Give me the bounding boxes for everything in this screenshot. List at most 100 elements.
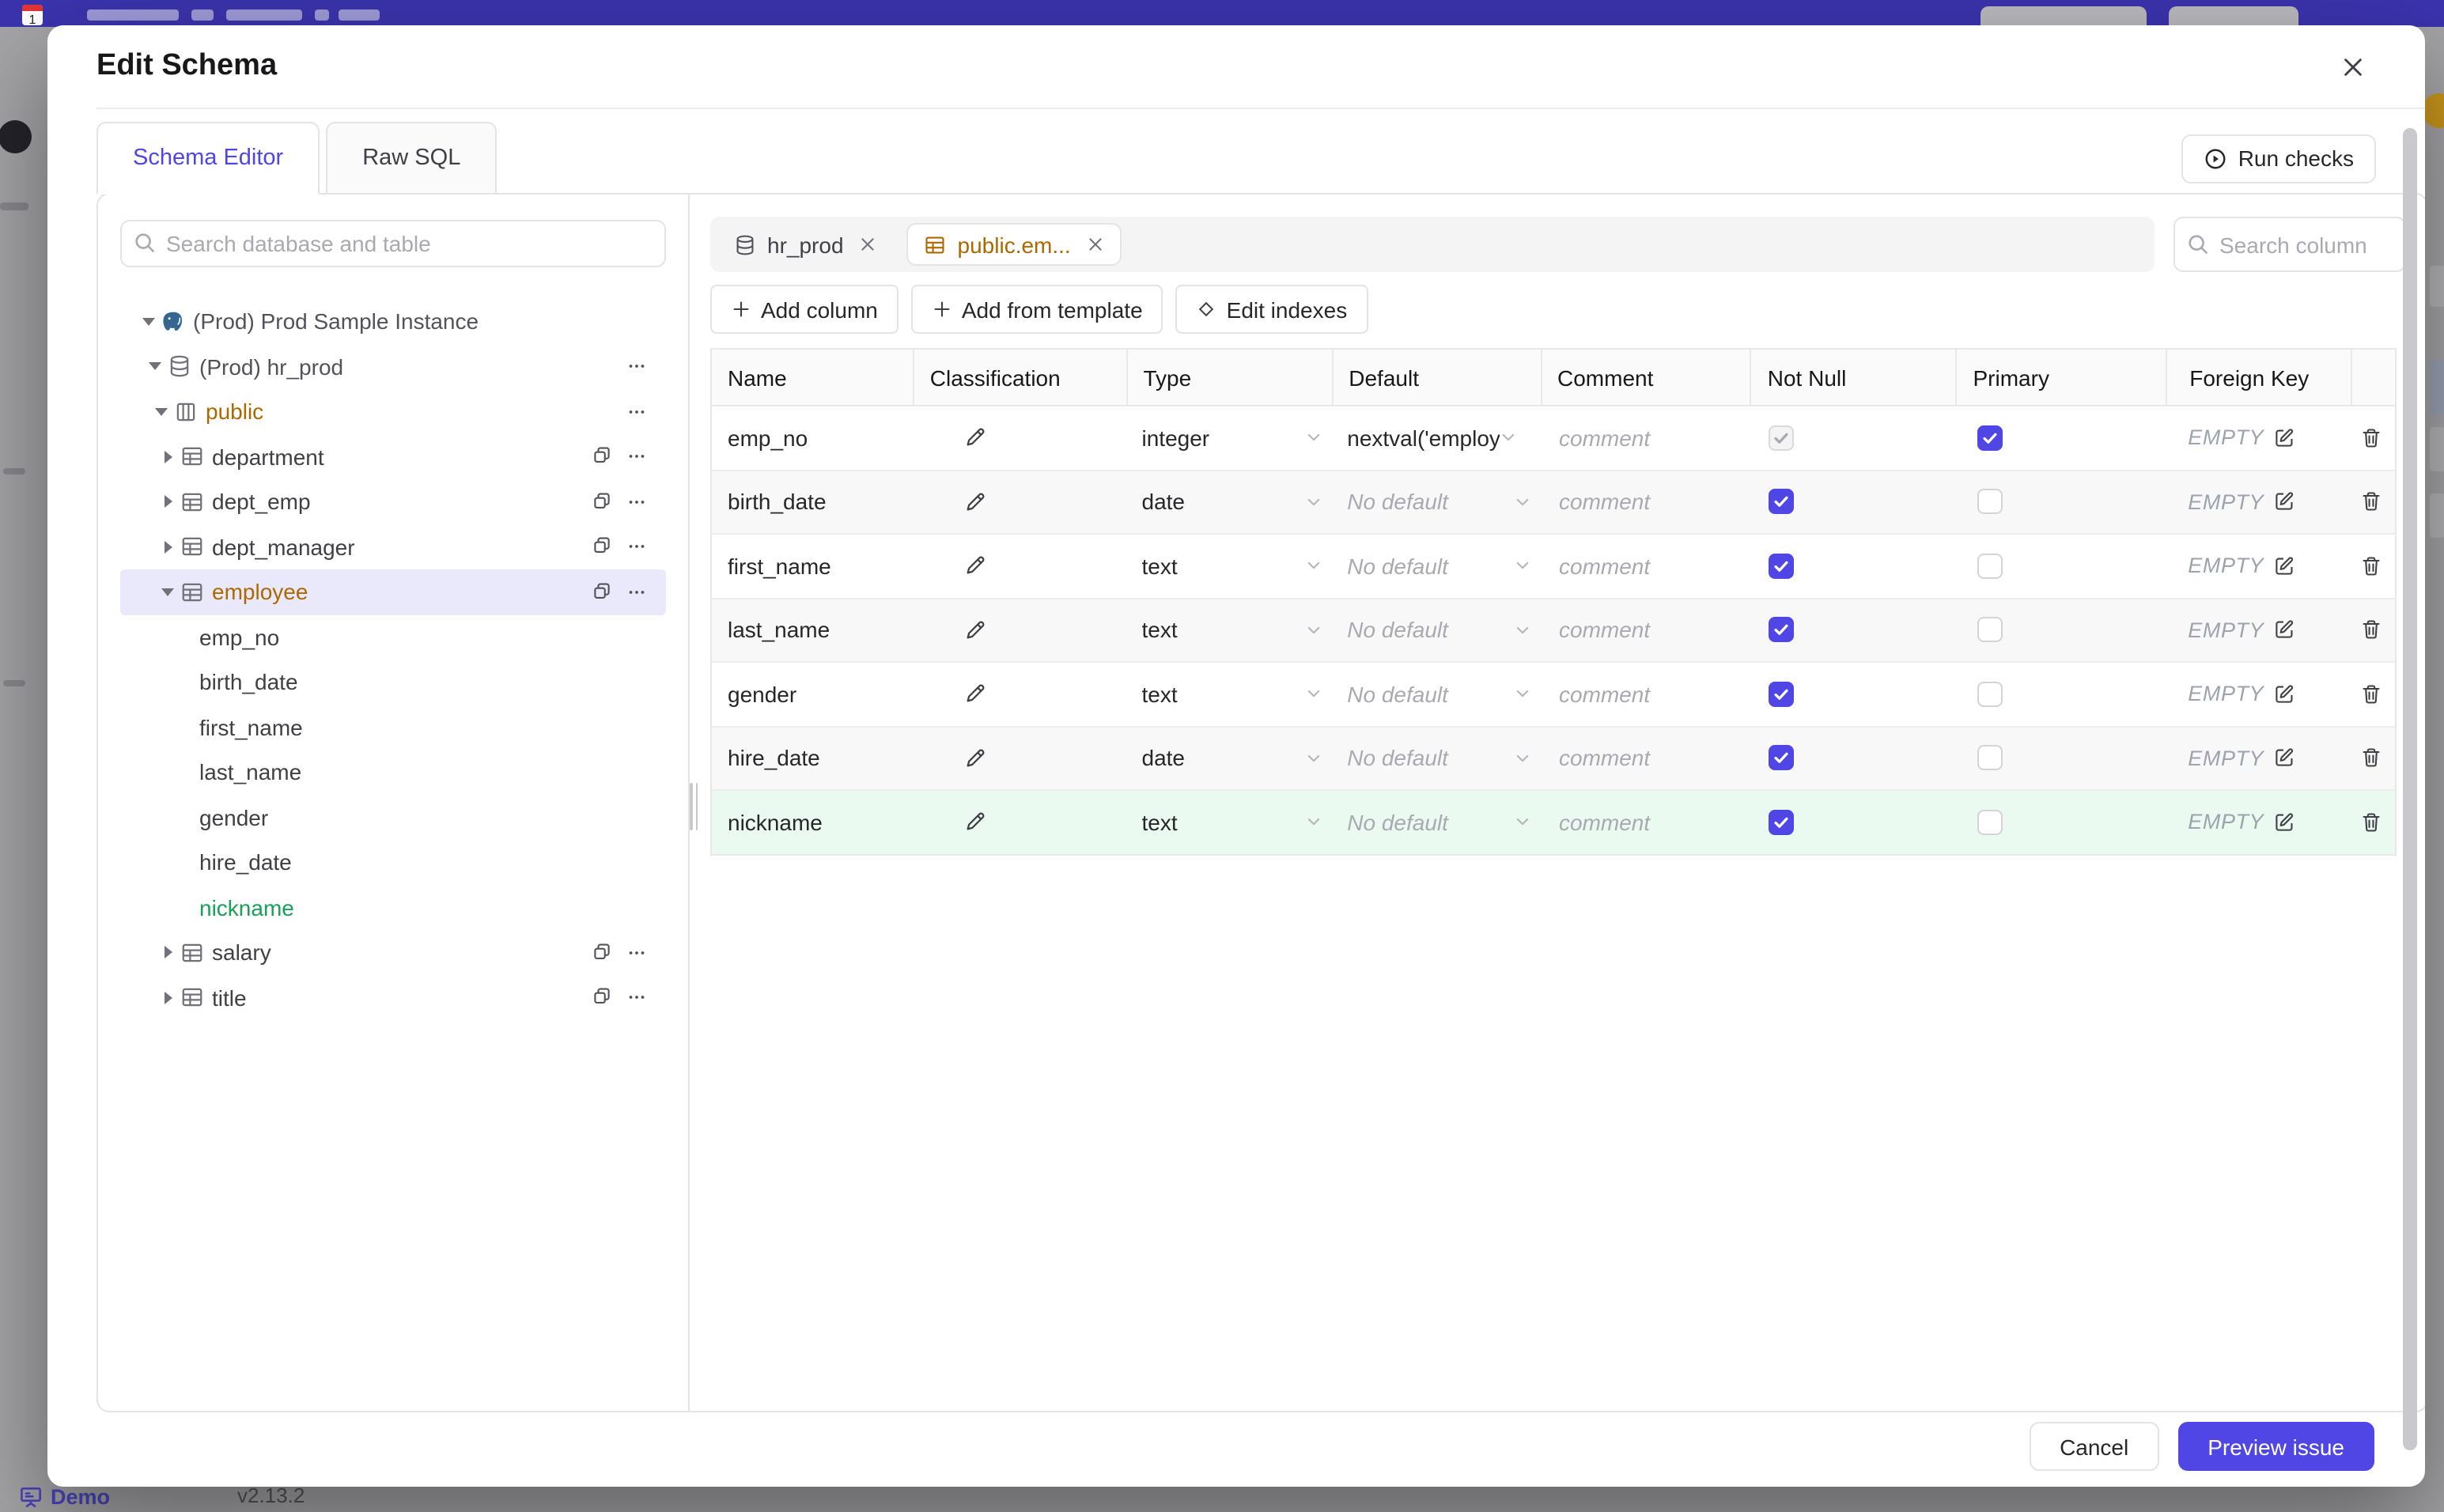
edit-indexes-button[interactable]: Edit indexes	[1175, 285, 1368, 334]
pencil-icon[interactable]	[963, 490, 987, 514]
tree-item-birth_date[interactable]: birth_date	[120, 660, 666, 705]
default-select[interactable]: No default	[1347, 618, 1540, 643]
column-name-cell[interactable]: hire_date	[712, 727, 913, 789]
copy-table-button[interactable]	[592, 988, 612, 1008]
default-select[interactable]: nextval('employ	[1347, 425, 1540, 451]
pencil-icon[interactable]	[963, 426, 987, 450]
sidebar-resize-handle[interactable]	[688, 195, 698, 1411]
primary-checkbox[interactable]	[1977, 553, 2003, 579]
trash-icon[interactable]	[2360, 427, 2382, 449]
not-null-checkbox[interactable]	[1769, 489, 1795, 515]
close-tab-icon[interactable]	[860, 236, 877, 253]
default-select[interactable]: No default	[1347, 810, 1540, 835]
caret-right-icon[interactable]	[160, 450, 176, 463]
tree-item-prod-hr_prod[interactable]: (Prod) hr_prod	[120, 344, 666, 389]
type-select[interactable]: date	[1142, 746, 1332, 771]
default-select[interactable]: No default	[1347, 554, 1540, 579]
trash-icon[interactable]	[2360, 747, 2382, 769]
not-null-checkbox[interactable]	[1769, 745, 1795, 771]
primary-checkbox[interactable]	[1977, 425, 2003, 451]
primary-checkbox[interactable]	[1977, 489, 2003, 515]
copy-table-button[interactable]	[592, 582, 612, 603]
not-null-checkbox[interactable]	[1769, 809, 1795, 835]
comment-input[interactable]: comment	[1556, 554, 1650, 579]
more-actions-button[interactable]	[626, 357, 647, 377]
trash-icon[interactable]	[2360, 555, 2382, 577]
column-name-cell[interactable]: last_name	[712, 599, 913, 661]
type-select[interactable]: integer	[1142, 425, 1332, 451]
foreign-key-edit-button[interactable]	[2273, 683, 2295, 705]
type-select[interactable]: text	[1142, 618, 1332, 643]
tree-item-last_name[interactable]: last_name	[120, 750, 666, 795]
cancel-button[interactable]: Cancel	[2030, 1422, 2159, 1471]
foreign-key-edit-button[interactable]	[2273, 619, 2295, 641]
tree-item-emp_no[interactable]: emp_no	[120, 614, 666, 660]
not-null-checkbox[interactable]	[1769, 553, 1795, 579]
comment-input[interactable]: comment	[1556, 746, 1650, 771]
trash-icon[interactable]	[2360, 491, 2382, 513]
column-name-cell[interactable]: birth_date	[712, 471, 913, 533]
more-actions-button[interactable]	[626, 988, 647, 1008]
tree-item-nickname[interactable]: nickname	[120, 885, 666, 930]
tree-item-dept_emp[interactable]: dept_emp	[120, 479, 666, 524]
close-tab-icon[interactable]	[1087, 236, 1104, 253]
caret-right-icon[interactable]	[160, 946, 176, 959]
primary-checkbox[interactable]	[1977, 681, 2003, 707]
tab-raw-sql[interactable]: Raw SQL	[326, 122, 498, 195]
more-actions-button[interactable]	[626, 537, 647, 558]
trash-icon[interactable]	[2360, 811, 2382, 833]
comment-input[interactable]: comment	[1556, 682, 1650, 707]
modal-scrollbar[interactable]	[2403, 128, 2417, 1450]
copy-table-button[interactable]	[592, 537, 612, 558]
type-select[interactable]: text	[1142, 682, 1332, 707]
foreign-key-edit-button[interactable]	[2273, 811, 2295, 833]
trash-icon[interactable]	[2360, 683, 2382, 705]
more-actions-button[interactable]	[626, 943, 647, 963]
pencil-icon[interactable]	[963, 747, 987, 770]
pencil-icon[interactable]	[963, 618, 987, 642]
pencil-icon[interactable]	[963, 682, 987, 706]
copy-table-button[interactable]	[592, 943, 612, 963]
foreign-key-edit-button[interactable]	[2273, 747, 2295, 769]
foreign-key-edit-button[interactable]	[2273, 555, 2295, 577]
caret-down-icon[interactable]	[153, 407, 169, 416]
tree-item-first_name[interactable]: first_name	[120, 705, 666, 750]
comment-input[interactable]: comment	[1556, 490, 1650, 515]
caret-right-icon[interactable]	[160, 540, 176, 554]
more-actions-button[interactable]	[626, 447, 647, 467]
column-name-cell[interactable]: first_name	[712, 535, 913, 597]
type-select[interactable]: text	[1142, 810, 1332, 835]
comment-input[interactable]: comment	[1556, 425, 1650, 451]
not-null-checkbox[interactable]	[1769, 681, 1795, 707]
caret-down-icon[interactable]	[160, 588, 176, 596]
not-null-checkbox[interactable]	[1769, 617, 1795, 643]
primary-checkbox[interactable]	[1977, 745, 2003, 771]
comment-input[interactable]: comment	[1556, 618, 1650, 643]
tree-item-prod-prod-sample-instance[interactable]: (Prod) Prod Sample Instance	[120, 299, 666, 344]
editor-tab-public-em[interactable]: public.em...	[906, 223, 1122, 266]
default-select[interactable]: No default	[1347, 682, 1540, 707]
caret-down-icon[interactable]	[147, 362, 163, 371]
trash-icon[interactable]	[2360, 619, 2382, 641]
comment-input[interactable]: comment	[1556, 810, 1650, 835]
pencil-icon[interactable]	[963, 554, 987, 578]
tree-item-gender[interactable]: gender	[120, 795, 666, 840]
primary-checkbox[interactable]	[1977, 617, 2003, 643]
copy-table-button[interactable]	[592, 492, 612, 512]
tree-item-salary[interactable]: salary	[120, 930, 666, 975]
more-actions-button[interactable]	[626, 402, 647, 422]
tree-item-title[interactable]: title	[120, 975, 666, 1020]
tree-item-employee[interactable]: employee	[120, 569, 666, 614]
pencil-icon[interactable]	[963, 811, 987, 834]
type-select[interactable]: text	[1142, 554, 1332, 579]
tree-item-public[interactable]: public	[120, 389, 666, 434]
primary-checkbox[interactable]	[1977, 809, 2003, 835]
close-icon[interactable]	[2338, 51, 2368, 81]
column-name-cell[interactable]: gender	[712, 663, 913, 725]
foreign-key-edit-button[interactable]	[2273, 491, 2295, 513]
more-actions-button[interactable]	[626, 582, 647, 603]
caret-down-icon[interactable]	[141, 317, 157, 326]
default-select[interactable]: No default	[1347, 490, 1540, 515]
foreign-key-edit-button[interactable]	[2273, 427, 2295, 449]
add-from-template-button[interactable]: Add from template	[910, 285, 1163, 334]
